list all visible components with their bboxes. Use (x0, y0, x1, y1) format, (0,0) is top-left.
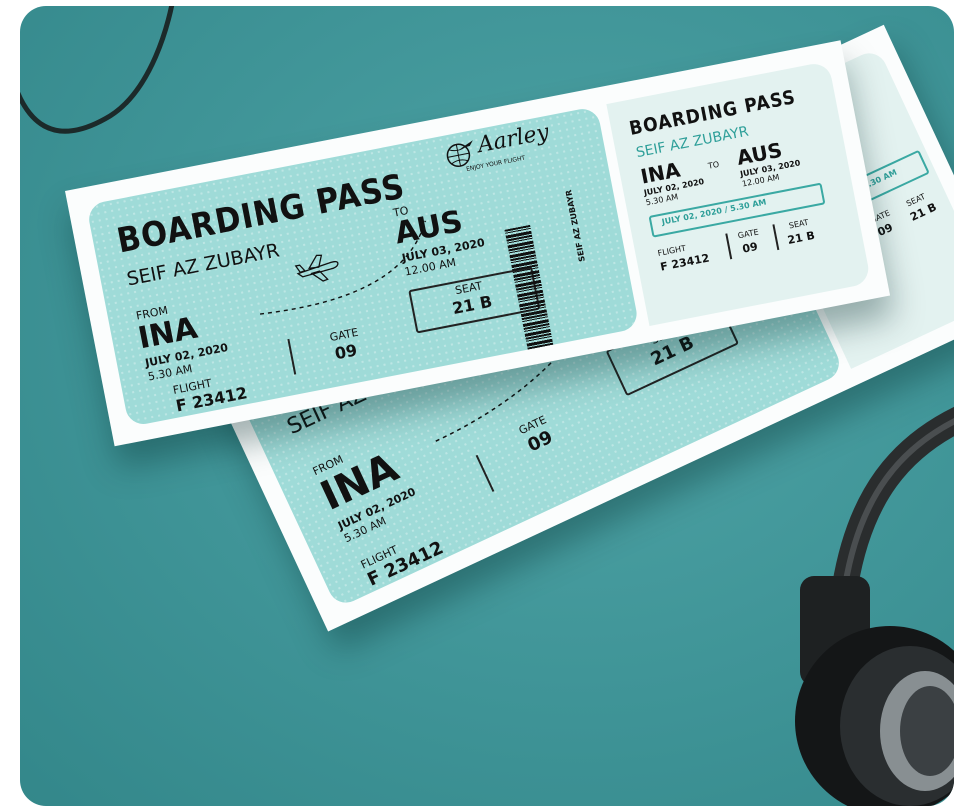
stub-gate: 09 (741, 239, 759, 256)
stub-divider-1 (725, 233, 733, 260)
headphones-icon (795, 406, 954, 806)
stub-to-label: TO (707, 159, 720, 171)
stub-seat-label: SEAT (788, 217, 810, 231)
stub-divider-2 (772, 224, 780, 251)
photo-scene: BOARDING PASS SEIF AZ ZUBAYR FROM INA JU… (20, 6, 954, 806)
ticket-stub: BOARDING PASS SEIF AZ ZUBAYR INA JULY 02… (606, 60, 872, 326)
stub-seat: 21 B (786, 228, 816, 247)
stub-gate-label: GATE (737, 227, 760, 241)
cable-icon (20, 6, 175, 134)
